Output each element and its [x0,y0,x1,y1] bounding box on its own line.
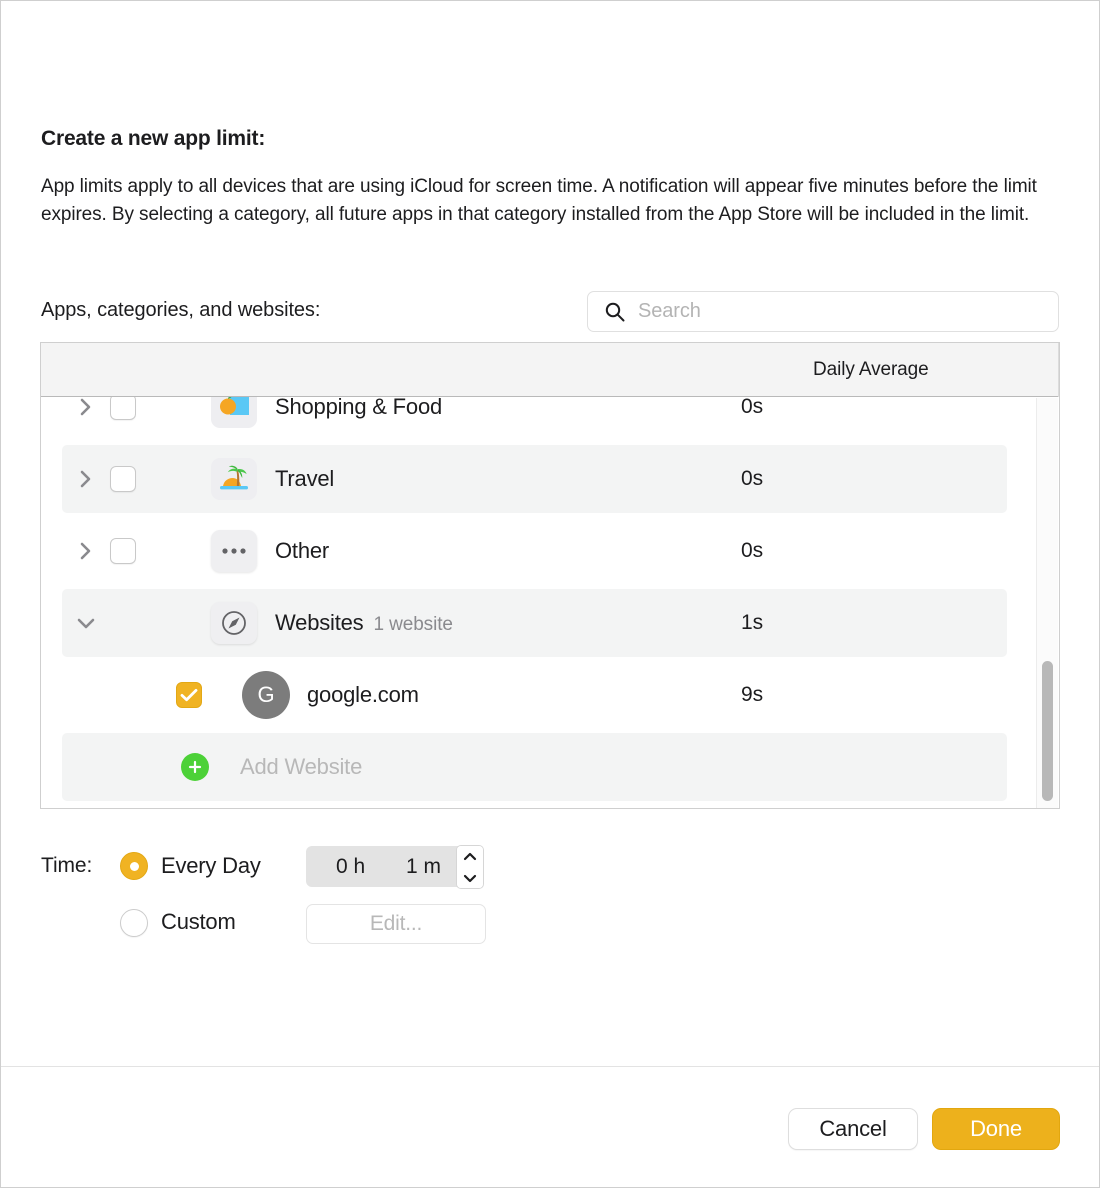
table-scrollbar[interactable] [1036,398,1058,809]
row-background [62,397,1007,441]
stepper-down-icon[interactable] [457,867,483,888]
row-background [62,517,1007,585]
scrollbar-thumb[interactable] [1042,661,1053,801]
stepper-hours-value[interactable]: 0 h [336,855,365,879]
column-header-daily-average: Daily Average [813,359,929,381]
row-sublabel: 1 website [373,614,452,635]
edit-button[interactable]: Edit... [306,904,486,944]
radio-every-day[interactable] [120,852,148,880]
row-daily-average: 0s [741,467,763,491]
add-website-label: Add Website [240,754,362,780]
shopping-food-icon [211,397,257,428]
row-daily-average: 0s [741,397,763,419]
quantity-stepper[interactable] [456,845,484,889]
radio-custom-label: Custom [161,909,236,935]
chevron-right-icon[interactable] [75,468,97,490]
row-daily-average: 0s [741,539,763,563]
avatar: G [242,671,290,719]
footer-divider [1,1066,1100,1067]
stepper-up-icon[interactable] [457,846,483,867]
row-checkbox[interactable] [110,466,136,492]
row-background [62,445,1007,513]
row-daily-average: 1s [741,611,763,635]
page-title: Create a new app limit: [41,127,265,151]
done-button[interactable]: Done [932,1108,1060,1150]
table-row[interactable]: Travel 0s [41,443,1059,515]
add-website-row[interactable]: Add Website [41,731,1059,803]
stepper-minutes-value[interactable]: 1 m [406,855,441,879]
radio-custom[interactable] [120,909,148,937]
apps-section-label: Apps, categories, and websites: [41,299,320,322]
dialog-description: App limits apply to all devices that are… [41,173,1059,228]
table-row[interactable]: Shopping & Food 0s [41,397,1059,443]
search-input[interactable]: Search [587,291,1059,332]
cancel-button[interactable]: Cancel [788,1108,918,1150]
apps-table: Daily Average [40,342,1060,809]
row-checkbox[interactable] [110,538,136,564]
radio-every-day-label: Every Day [161,853,261,879]
row-label: google.com [307,682,419,708]
row-label: Shopping & Food [275,397,442,420]
row-checkbox[interactable] [110,397,136,420]
row-label: Travel [275,466,334,492]
table-row[interactable]: Other 0s [41,515,1059,587]
duration-stepper-field[interactable]: 0 h 1 m [306,846,465,887]
create-app-limit-dialog: Create a new app limit: App limits apply… [0,0,1100,1188]
table-body: Shopping & Food 0s [41,397,1059,809]
chevron-right-icon[interactable] [75,397,97,418]
ellipsis-icon [211,530,257,572]
row-daily-average: 9s [741,683,763,707]
travel-icon [211,458,257,500]
row-checkbox[interactable] [176,682,202,708]
plus-circle-icon[interactable] [181,753,209,781]
row-background [62,661,1007,729]
table-rows: Shopping & Food 0s [41,397,1059,803]
search-placeholder: Search [638,300,701,323]
time-label: Time: [41,854,92,878]
chevron-right-icon[interactable] [75,540,97,562]
table-header: Daily Average [41,343,1059,397]
row-background [62,589,1007,657]
safari-compass-icon [211,602,257,644]
table-row[interactable]: G google.com 9s [41,659,1059,731]
row-label-text: Websites [275,610,363,635]
row-label: Other [275,538,329,564]
search-icon [604,301,626,323]
table-row[interactable]: Websites 1 website 1s [41,587,1059,659]
chevron-down-icon[interactable] [75,612,97,634]
header-column-divider [1058,343,1059,397]
row-label: Websites 1 website [275,610,453,636]
